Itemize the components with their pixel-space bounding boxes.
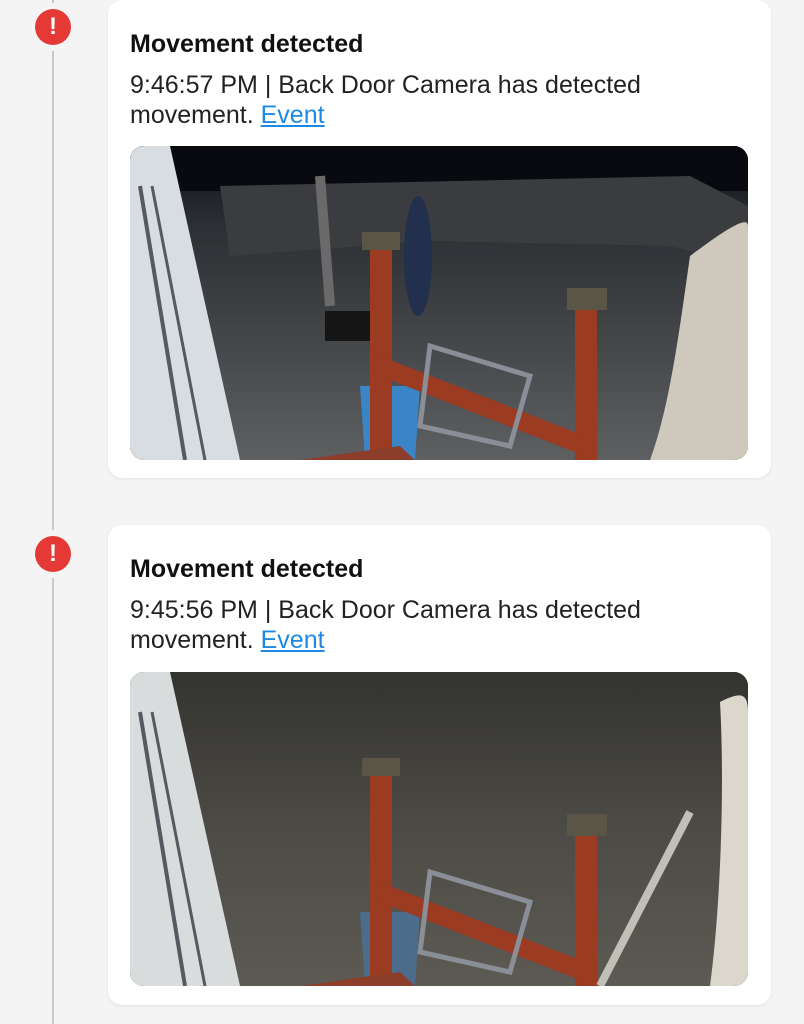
camera-snapshot[interactable] [130,146,748,460]
event-time: 9:45:56 PM [130,596,258,624]
exclamation-icon: ! [49,540,57,567]
event-description: 9:46:57 PM | Back Door Camera has detect… [130,70,740,130]
alert-icon: ! [35,9,71,45]
exclamation-icon: ! [49,13,57,40]
timeline-line [52,0,54,1024]
separator: | [264,596,272,624]
alert-icon: ! [35,536,71,572]
event-title: Movement detected [130,555,364,583]
event-title: Movement detected [130,30,364,58]
event-card[interactable]: Movement detected 9:45:56 PM | Back Door… [108,525,771,1005]
event-description: 9:45:56 PM | Back Door Camera has detect… [130,595,740,655]
event-card[interactable]: Movement detected 9:46:57 PM | Back Door… [108,0,771,478]
event-link[interactable]: Event [261,101,325,129]
camera-snapshot[interactable] [130,672,748,986]
separator: | [264,71,272,99]
event-link[interactable]: Event [261,626,325,654]
event-time: 9:46:57 PM [130,71,258,99]
